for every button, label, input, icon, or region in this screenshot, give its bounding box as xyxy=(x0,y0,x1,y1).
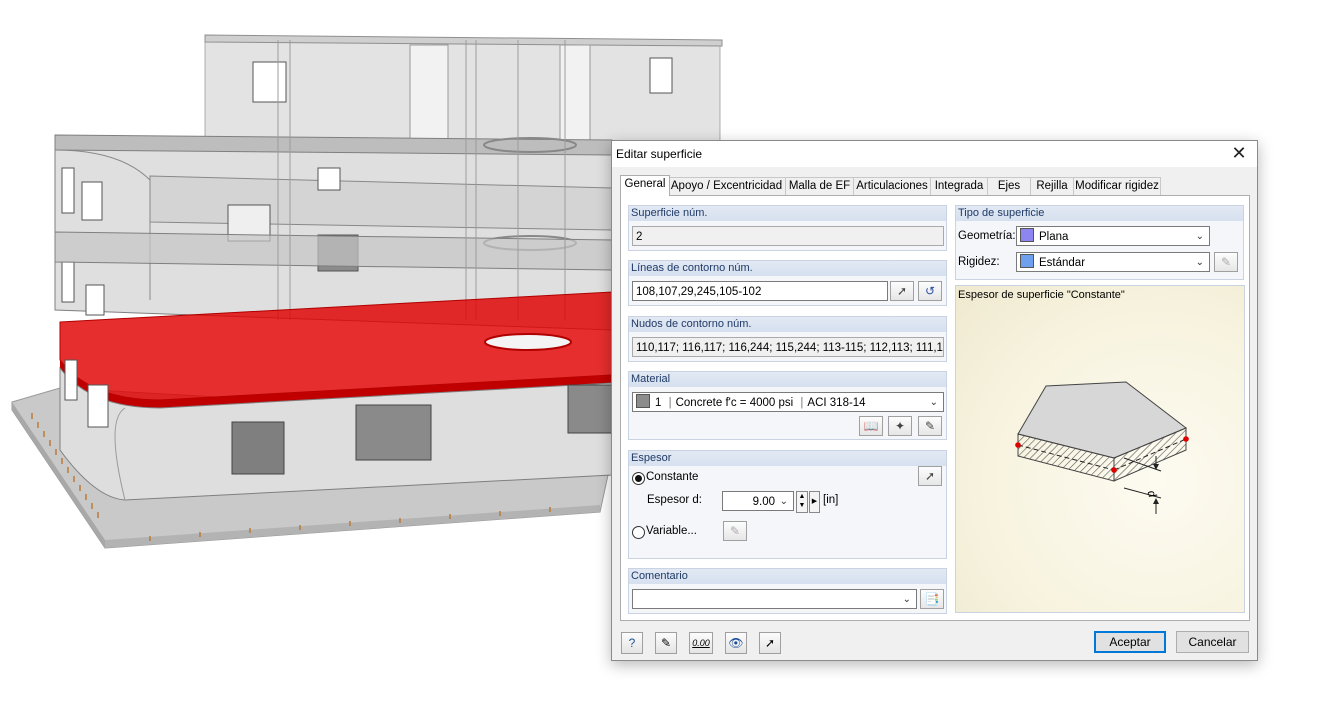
thickness-variable-label: Variable... xyxy=(646,525,697,537)
boundary-lines-header: Líneas de contorno núm. xyxy=(629,261,946,276)
chevron-down-icon: ⌄ xyxy=(902,594,911,605)
tab-hinges[interactable]: Articulaciones xyxy=(853,177,931,195)
pick-thickness-icon[interactable]: ➚ xyxy=(918,466,942,486)
comment-header: Comentario xyxy=(629,569,946,584)
material-group: Material 1 | Concrete f'c = 4000 psi | ACI… xyxy=(628,371,947,440)
boundary-nodes-group: Nudos de contorno núm. 110,117; 116,117;… xyxy=(628,316,947,362)
edit-material-icon[interactable]: ✎ xyxy=(918,416,942,436)
thickness-spinner[interactable]: ▲ ▼ xyxy=(796,491,808,513)
preview-caption: Espesor de superficie "Constante" xyxy=(958,289,1125,301)
comment-input[interactable]: ⌄ xyxy=(632,589,917,609)
boundary-lines-input[interactable]: 108,107,29,245,105-102 xyxy=(632,281,888,301)
ok-button[interactable]: Aceptar xyxy=(1094,631,1166,653)
material-name: Concrete f'c = 4000 psi xyxy=(675,397,794,409)
boundary-nodes-header: Nudos de contorno núm. xyxy=(629,317,946,332)
help-icon[interactable]: ? xyxy=(621,632,643,654)
tab-axes[interactable]: Ejes xyxy=(987,177,1031,195)
geometry-color-swatch xyxy=(1020,228,1034,242)
tab-fe-mesh[interactable]: Malla de EF xyxy=(785,177,854,195)
surface-number-header: Superficie núm. xyxy=(629,206,946,221)
chevron-down-icon: ⌄ xyxy=(1195,231,1204,242)
edit-icon[interactable]: ✎ xyxy=(655,632,677,654)
pick-lines-icon[interactable]: ➚ xyxy=(890,281,914,301)
stiffness-color-swatch xyxy=(1020,254,1034,268)
close-icon[interactable]: ✕ xyxy=(1229,143,1249,163)
thickness-d-input[interactable]: 9.00 ⌄ xyxy=(722,491,794,511)
material-header: Material xyxy=(629,372,946,387)
dialog-title: Editar superficie xyxy=(616,147,703,161)
surface-number-field: 2 xyxy=(632,226,944,246)
material-number: 1 xyxy=(655,397,662,409)
stiffness-value: Estándar xyxy=(1039,257,1086,269)
material-library-icon[interactable]: 📖 xyxy=(859,416,883,436)
stiffness-label: Rigidez: xyxy=(958,256,1000,268)
material-select[interactable]: 1 | Concrete f'c = 4000 psi | ACI 318-14 ⌄ xyxy=(632,392,944,412)
geometry-select[interactable]: Plana ⌄ xyxy=(1016,226,1210,246)
thickness-unit: [in] xyxy=(823,494,839,506)
geometry-label: Geometría: xyxy=(958,230,1016,242)
pick-icon[interactable]: ➚ xyxy=(759,632,781,654)
geometry-value: Plana xyxy=(1039,231,1069,243)
material-standard: ACI 318-14 xyxy=(807,397,866,409)
edit-stiffness-icon[interactable]: ✎ xyxy=(1214,252,1238,272)
tab-modify-stiffness[interactable]: Modificar rigidez xyxy=(1073,177,1161,195)
thickness-group: Espesor Constante ➚ Espesor d: 9.00 ⌄ ▲ ▼… xyxy=(628,450,947,559)
boundary-lines-group: Líneas de contorno núm. 108,107,29,245,1… xyxy=(628,260,947,306)
thickness-more-arrow[interactable]: ▶ xyxy=(809,491,820,513)
edit-variable-thickness-icon[interactable]: ✎ xyxy=(723,521,747,541)
chevron-down-icon: ⌄ xyxy=(779,496,788,507)
tab-grid[interactable]: Rejilla xyxy=(1030,177,1074,195)
tab-general[interactable]: General xyxy=(620,175,670,196)
boundary-nodes-field: 110,117; 116,117; 116,244; 115,244; 113-… xyxy=(632,337,944,357)
units-icon[interactable]: 0.00 xyxy=(689,632,713,654)
thickness-variable-radio[interactable] xyxy=(632,526,645,539)
thickness-constant-radio[interactable] xyxy=(632,472,645,485)
constant-thickness-illustration xyxy=(1015,381,1189,514)
thickness-preview-panel: Espesor de superficie "Constante" d xyxy=(955,285,1245,613)
dialog-titlebar: Editar superficie ✕ xyxy=(612,141,1257,167)
new-material-icon[interactable]: ✦ xyxy=(888,416,912,436)
cancel-button[interactable]: Cancelar xyxy=(1176,631,1249,653)
surface-number-group: Superficie núm. 2 xyxy=(628,205,947,251)
thickness-header: Espesor xyxy=(629,451,946,466)
chevron-down-icon: ⌄ xyxy=(929,397,938,408)
thickness-d-label: Espesor d: xyxy=(647,494,702,506)
thickness-constant-label: Constante xyxy=(646,471,699,483)
reverse-lines-icon[interactable]: ↺ xyxy=(918,281,942,301)
thickness-d-value: 9.00 xyxy=(752,496,775,508)
chevron-down-icon: ⌄ xyxy=(1195,257,1204,268)
surface-type-header: Tipo de superficie xyxy=(956,206,1243,221)
comment-library-icon[interactable]: 📑 xyxy=(920,589,944,609)
surface-type-group: Tipo de superficie Geometría: Plana ⌄ Ri… xyxy=(955,205,1244,280)
stiffness-select[interactable]: Estándar ⌄ xyxy=(1016,252,1210,272)
tab-support-eccentricity[interactable]: Apoyo / Excentricidad xyxy=(667,177,786,195)
tab-page-general: Superficie núm. 2 Líneas de contorno núm… xyxy=(620,195,1250,621)
material-color-swatch xyxy=(636,394,650,408)
edit-surface-dialog: Editar superficie ✕ General Apoyo / Exce… xyxy=(611,140,1258,661)
tab-integrated[interactable]: Integrada xyxy=(930,177,988,195)
comment-group: Comentario ⌄ 📑 xyxy=(628,568,947,614)
view-icon[interactable]: 👁 xyxy=(725,632,747,654)
